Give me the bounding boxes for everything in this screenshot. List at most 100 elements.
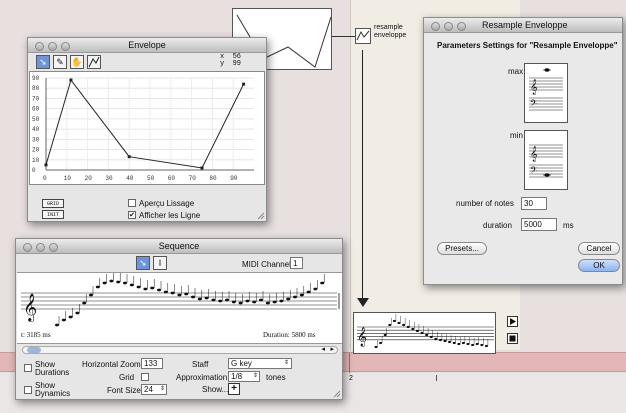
- note-head: [225, 298, 229, 302]
- cancel-button[interactable]: Cancel: [578, 242, 620, 255]
- note-head: [443, 339, 447, 343]
- approximation-select[interactable]: 1/8 ⇕: [228, 371, 260, 382]
- pen-icon: ✎: [56, 57, 64, 67]
- stop-button[interactable]: [507, 333, 518, 344]
- staff-select[interactable]: G key ⇕: [228, 358, 292, 369]
- note-head: [211, 298, 216, 302]
- number-of-notes-input[interactable]: 30: [521, 197, 547, 210]
- note-head: [177, 293, 182, 297]
- text-cursor-icon: I: [158, 258, 162, 268]
- show-durations-checkbox[interactable]: [24, 364, 32, 372]
- show-dynamics-checkbox[interactable]: [24, 386, 32, 394]
- horizontal-scrollbar[interactable]: ◂ ▸: [22, 346, 338, 354]
- scroll-right-arrow-icon[interactable]: ▸: [330, 345, 334, 353]
- apercu-lissage-label: Aperçu Lissage: [139, 199, 195, 208]
- show-add-button[interactable]: +: [228, 383, 240, 395]
- grid-checkbox[interactable]: [141, 373, 149, 381]
- font-size-select[interactable]: 24 ⇕: [141, 384, 167, 395]
- horizontal-zoom-input[interactable]: 133: [141, 358, 163, 369]
- x-tick-label: 60: [168, 175, 176, 182]
- note-head: [379, 341, 383, 345]
- resample-dialog: Resample Enveloppe Parameters Settings f…: [423, 17, 623, 285]
- score-area[interactable]: 𝄞 t: 3185 ms Duration: 5800 ms: [17, 272, 342, 344]
- note-head: [55, 323, 59, 327]
- close-button[interactable]: [35, 42, 44, 51]
- minimize-button[interactable]: [444, 22, 453, 31]
- envelope-line: [45, 78, 245, 169]
- note-head: [238, 301, 243, 305]
- duration-input[interactable]: 5000: [521, 218, 557, 231]
- scroll-left-arrow-icon[interactable]: ◂: [321, 345, 325, 353]
- note-head: [218, 299, 223, 303]
- note-head: [61, 318, 66, 322]
- duration-label: duration: [483, 221, 512, 230]
- grid-button[interactable]: GRID: [42, 199, 64, 208]
- note-head: [397, 321, 401, 325]
- sequence-titlebar[interactable]: Sequence: [16, 239, 342, 254]
- zoom-button[interactable]: [61, 42, 70, 51]
- note-head: [197, 297, 202, 301]
- play-button[interactable]: [507, 316, 518, 327]
- midi-channel-label: MIDI Channel: [242, 260, 291, 269]
- zoom-button[interactable]: [457, 22, 466, 31]
- stop-icon: [509, 335, 516, 342]
- text-cursor-tool-button[interactable]: I: [153, 256, 167, 270]
- note-head: [420, 331, 424, 335]
- max-pitch-staff[interactable]: 𝄞 𝄢: [524, 63, 568, 123]
- resize-grip-icon[interactable]: [257, 212, 265, 220]
- note-head: [143, 287, 148, 291]
- resample-titlebar[interactable]: Resample Enveloppe: [424, 18, 622, 33]
- pen-tool-button[interactable]: ✎: [53, 55, 67, 69]
- note-head: [231, 300, 236, 304]
- note-head: [102, 281, 107, 285]
- dialog-heading: Parameters Settings for "Resample Envelo…: [437, 41, 618, 50]
- select-tool-button[interactable]: ➘: [136, 256, 150, 270]
- treble-clef-icon: 𝄞: [23, 293, 37, 322]
- apercu-lissage-checkbox[interactable]: [128, 199, 136, 207]
- note-head: [383, 333, 387, 337]
- y-tick-label: 40: [32, 126, 40, 133]
- note-head: [388, 323, 392, 327]
- minimize-button[interactable]: [36, 243, 45, 252]
- duration-text: Duration: 5800 ms: [263, 331, 316, 339]
- treble-clef-icon: 𝄞: [357, 327, 367, 347]
- note-head: [457, 342, 461, 346]
- y-tick-label: 70: [32, 95, 40, 102]
- note-head: [265, 301, 270, 305]
- minimize-button[interactable]: [48, 42, 57, 51]
- note-head: [480, 343, 484, 347]
- start-time: t: 3185 ms: [21, 331, 51, 339]
- note-head: [286, 297, 291, 301]
- envelope-titlebar[interactable]: Envelope: [28, 38, 266, 53]
- note-head: [272, 300, 277, 304]
- coord-y-value: 99: [232, 60, 242, 68]
- scroll-thumb[interactable]: [27, 347, 41, 353]
- show-dynamics-label: Show Dynamics: [35, 381, 71, 398]
- bass-clef-icon: 𝄢: [530, 98, 537, 111]
- resize-grip-icon[interactable]: [333, 390, 341, 398]
- curve-icon: [88, 56, 100, 68]
- note-head: [259, 298, 263, 302]
- afficher-ligne-checkbox[interactable]: ✔: [128, 211, 136, 219]
- ok-button[interactable]: OK: [578, 259, 620, 272]
- close-button[interactable]: [23, 243, 32, 252]
- arrow-icon: ➘: [139, 258, 147, 268]
- presets-button[interactable]: Presets...: [437, 242, 487, 255]
- result-score-box[interactable]: 𝄞: [353, 312, 496, 354]
- envelope-graph-area[interactable]: 90 80 70 60 50 40 30 20 10 0 0 10 20 30 40 50 60 70 80 90: [29, 71, 265, 185]
- x-tick-label: 90: [230, 175, 238, 182]
- note-head: [163, 290, 168, 294]
- init-button[interactable]: INIT: [42, 210, 64, 219]
- envelope-title: Envelope: [128, 40, 166, 50]
- hand-tool-button[interactable]: ✋: [70, 55, 84, 69]
- arrow-tool-button[interactable]: ➘: [36, 55, 50, 69]
- close-button[interactable]: [431, 22, 440, 31]
- staff-label: Staff: [192, 360, 209, 369]
- min-pitch-staff[interactable]: 𝄞 𝄢: [524, 130, 568, 190]
- note-head: [438, 338, 442, 342]
- curve-tool-button[interactable]: [87, 55, 101, 69]
- midi-channel-input[interactable]: 1: [290, 257, 303, 269]
- resample-box[interactable]: resample enveloppe: [355, 24, 415, 48]
- note-head: [293, 295, 297, 299]
- zoom-button[interactable]: [49, 243, 58, 252]
